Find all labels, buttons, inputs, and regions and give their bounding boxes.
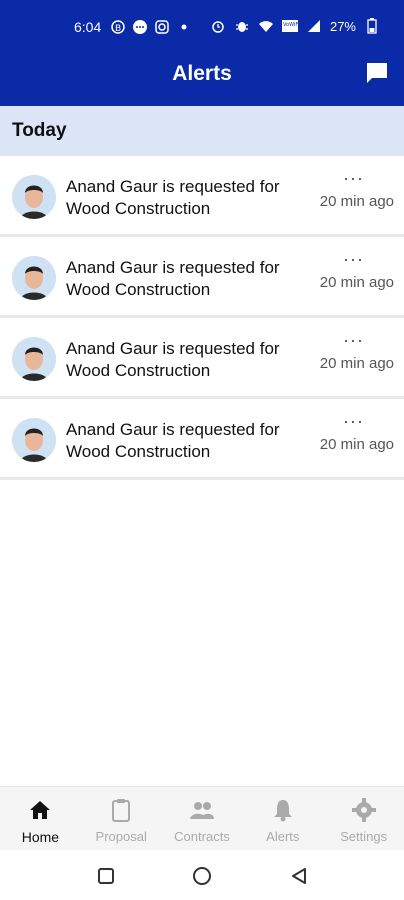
more-options-button[interactable]: ···	[343, 330, 364, 351]
signal-icon	[306, 18, 322, 34]
app-bar: 6:04 B VoWiFi 27% Alerts	[0, 0, 404, 106]
alert-time: 20 min ago	[319, 193, 394, 210]
alert-time: 20 min ago	[319, 436, 394, 453]
back-triangle-icon	[292, 868, 306, 884]
tab-label: Contracts	[174, 829, 230, 844]
tab-settings[interactable]: Settings	[323, 787, 404, 851]
alert-text: Anand Gaur is requested for Wood Constru…	[66, 420, 280, 461]
messages-icon	[132, 19, 148, 35]
square-icon	[98, 868, 114, 884]
alert-text: Anand Gaur is requested for Wood Constru…	[66, 339, 280, 380]
section-title: Today	[12, 120, 67, 141]
home-icon	[27, 797, 53, 823]
dot-icon	[176, 19, 192, 35]
recents-button[interactable]	[95, 865, 117, 887]
alert-time: 20 min ago	[319, 274, 394, 291]
more-options-button[interactable]: ···	[343, 168, 364, 189]
avatar	[12, 418, 56, 462]
alert-item[interactable]: Anand Gaur is requested for Wood Constru…	[0, 318, 404, 399]
chat-icon	[367, 63, 387, 83]
section-header: Today	[0, 106, 404, 157]
clipboard-icon	[108, 797, 134, 823]
tab-proposal[interactable]: Proposal	[81, 787, 162, 851]
status-icons-left: B	[110, 19, 192, 35]
tab-label: Alerts	[266, 829, 300, 844]
battery-icon	[364, 18, 380, 34]
alerts-list: Anand Gaur is requested for Wood Constru…	[0, 156, 404, 480]
tab-label: Settings	[340, 829, 388, 844]
more-options-button[interactable]: ···	[343, 411, 364, 432]
battery-percent: 27%	[329, 18, 356, 34]
alert-item[interactable]: Anand Gaur is requested for Wood Constru…	[0, 156, 404, 237]
gear-icon	[351, 797, 377, 823]
instagram-icon	[154, 19, 170, 35]
vowifi-icon: VoWiFi	[281, 18, 298, 34]
status-time: 6:04	[74, 19, 102, 35]
back-button[interactable]	[288, 865, 310, 887]
alarm-icon	[210, 18, 226, 34]
system-nav-bar	[0, 850, 404, 900]
tab-home[interactable]: Home	[0, 787, 81, 851]
bell-icon	[270, 797, 296, 823]
alert-time: 20 min ago	[319, 355, 394, 372]
wifi-icon	[258, 18, 274, 34]
tab-contracts[interactable]: Contracts	[162, 787, 243, 851]
tab-alerts[interactable]: Alerts	[242, 787, 323, 851]
avatar	[12, 256, 56, 300]
more-options-button[interactable]: ···	[343, 249, 364, 270]
avatar	[12, 337, 56, 381]
chat-button[interactable]	[364, 60, 390, 86]
status-bar: 6:04 B VoWiFi 27%	[0, 0, 404, 54]
tab-label: Home	[21, 829, 60, 845]
alert-text: Anand Gaur is requested for Wood Constru…	[66, 258, 280, 299]
status-icons-right: VoWiFi 27%	[210, 18, 380, 34]
svg-text:VoWiFi: VoWiFi	[283, 22, 298, 28]
circle-icon	[193, 867, 211, 885]
home-nav-button[interactable]	[191, 865, 213, 887]
page-title: Alerts	[172, 62, 232, 85]
avatar	[12, 175, 56, 219]
alert-item[interactable]: Anand Gaur is requested for Wood Constru…	[0, 399, 404, 480]
svg-text:B: B	[115, 24, 121, 34]
people-icon	[189, 797, 215, 823]
alert-text: Anand Gaur is requested for Wood Constru…	[66, 177, 280, 218]
b-icon: B	[110, 19, 126, 35]
alert-item[interactable]: Anand Gaur is requested for Wood Constru…	[0, 237, 404, 318]
bottom-tab-bar: Home Proposal Contracts Alerts Settings	[0, 786, 404, 851]
bug-icon	[234, 18, 250, 34]
tab-label: Proposal	[95, 829, 147, 844]
